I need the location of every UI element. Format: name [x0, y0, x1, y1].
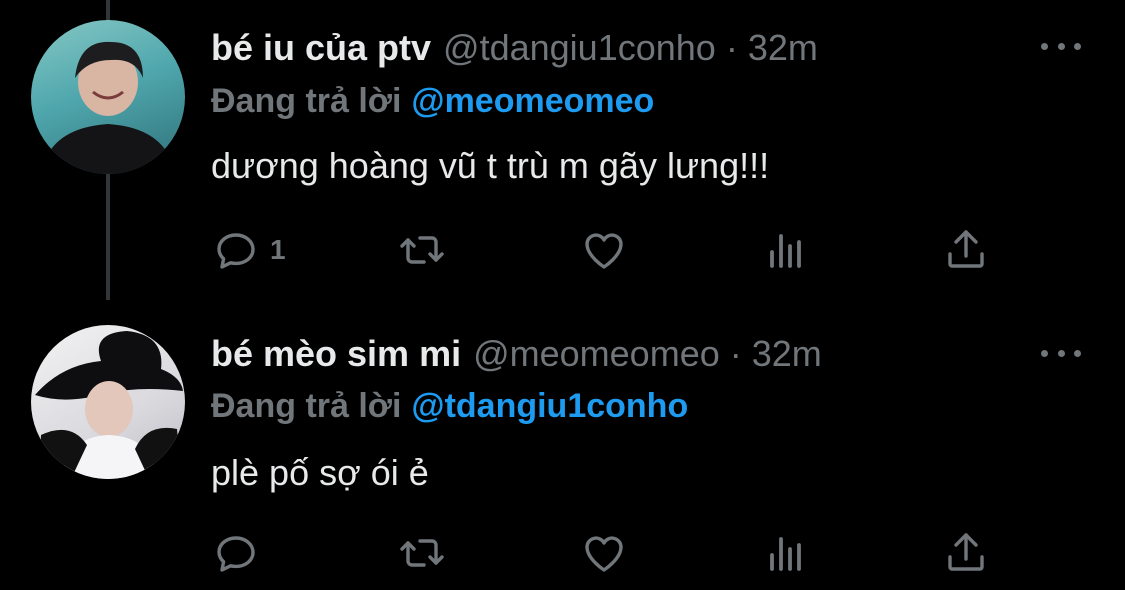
- reply-button[interactable]: [212, 525, 270, 581]
- reply-count: 1: [270, 234, 286, 265]
- reply-button[interactable]: 1: [212, 222, 286, 278]
- avatar[interactable]: [31, 325, 185, 479]
- tweet-text: plè pố sợ ói ẻ: [211, 452, 429, 493]
- more-icon[interactable]: [1041, 343, 1081, 363]
- views-button[interactable]: [762, 222, 810, 278]
- like-icon: [585, 536, 623, 572]
- mention-link[interactable]: @tdangiu1conho: [411, 387, 688, 425]
- reply-icon: [217, 233, 255, 269]
- tweet[interactable]: bé iu của ptv @tdangiu1conho · 32m Đang …: [0, 0, 1125, 300]
- separator-dot: ·: [725, 27, 738, 68]
- more-icon[interactable]: [1041, 36, 1081, 56]
- display-name[interactable]: bé iu của ptv: [211, 26, 431, 70]
- share-icon: [948, 533, 984, 571]
- like-icon: [585, 233, 623, 269]
- like-button[interactable]: [580, 222, 628, 278]
- tweet-actions: [0, 525, 1125, 585]
- like-button[interactable]: [580, 525, 628, 581]
- avatar[interactable]: [31, 20, 185, 174]
- share-button[interactable]: [942, 222, 990, 278]
- display-name[interactable]: bé mèo sim mi: [211, 332, 461, 376]
- share-button[interactable]: [942, 525, 990, 581]
- share-icon: [948, 230, 984, 268]
- timestamp[interactable]: 32m: [752, 332, 822, 376]
- mention-link[interactable]: @meomeomeo: [411, 82, 654, 120]
- separator-dot: ·: [729, 333, 742, 374]
- user-handle[interactable]: @tdangiu1conho: [443, 26, 716, 70]
- tweet-actions: 1: [0, 222, 1125, 282]
- views-icon: [770, 234, 801, 268]
- user-handle[interactable]: @meomeomeo: [473, 332, 720, 376]
- retweet-button[interactable]: [398, 222, 446, 278]
- tweet-header: bé iu của ptv @tdangiu1conho · 32m: [211, 26, 818, 70]
- tweet-header: bé mèo sim mi @meomeomeo · 32m: [211, 332, 822, 376]
- retweet-button[interactable]: [398, 525, 446, 581]
- retweet-icon: [400, 236, 444, 264]
- tweet-text: dương hoàng vũ t trù m gãy lưng!!!: [211, 145, 770, 186]
- replying-prefix: Đang trả lời: [211, 387, 402, 425]
- views-icon: [770, 537, 801, 571]
- timestamp[interactable]: 32m: [748, 26, 818, 70]
- views-button[interactable]: [762, 525, 810, 581]
- replying-to: Đang trả lời @tdangiu1conho: [211, 385, 688, 427]
- reply-icon: [217, 536, 255, 572]
- replying-to: Đang trả lời @meomeomeo: [211, 80, 654, 122]
- tweet[interactable]: bé mèo sim mi @meomeomeo · 32m Đang trả …: [0, 300, 1125, 590]
- retweet-icon: [400, 539, 444, 567]
- replying-prefix: Đang trả lời: [211, 82, 402, 120]
